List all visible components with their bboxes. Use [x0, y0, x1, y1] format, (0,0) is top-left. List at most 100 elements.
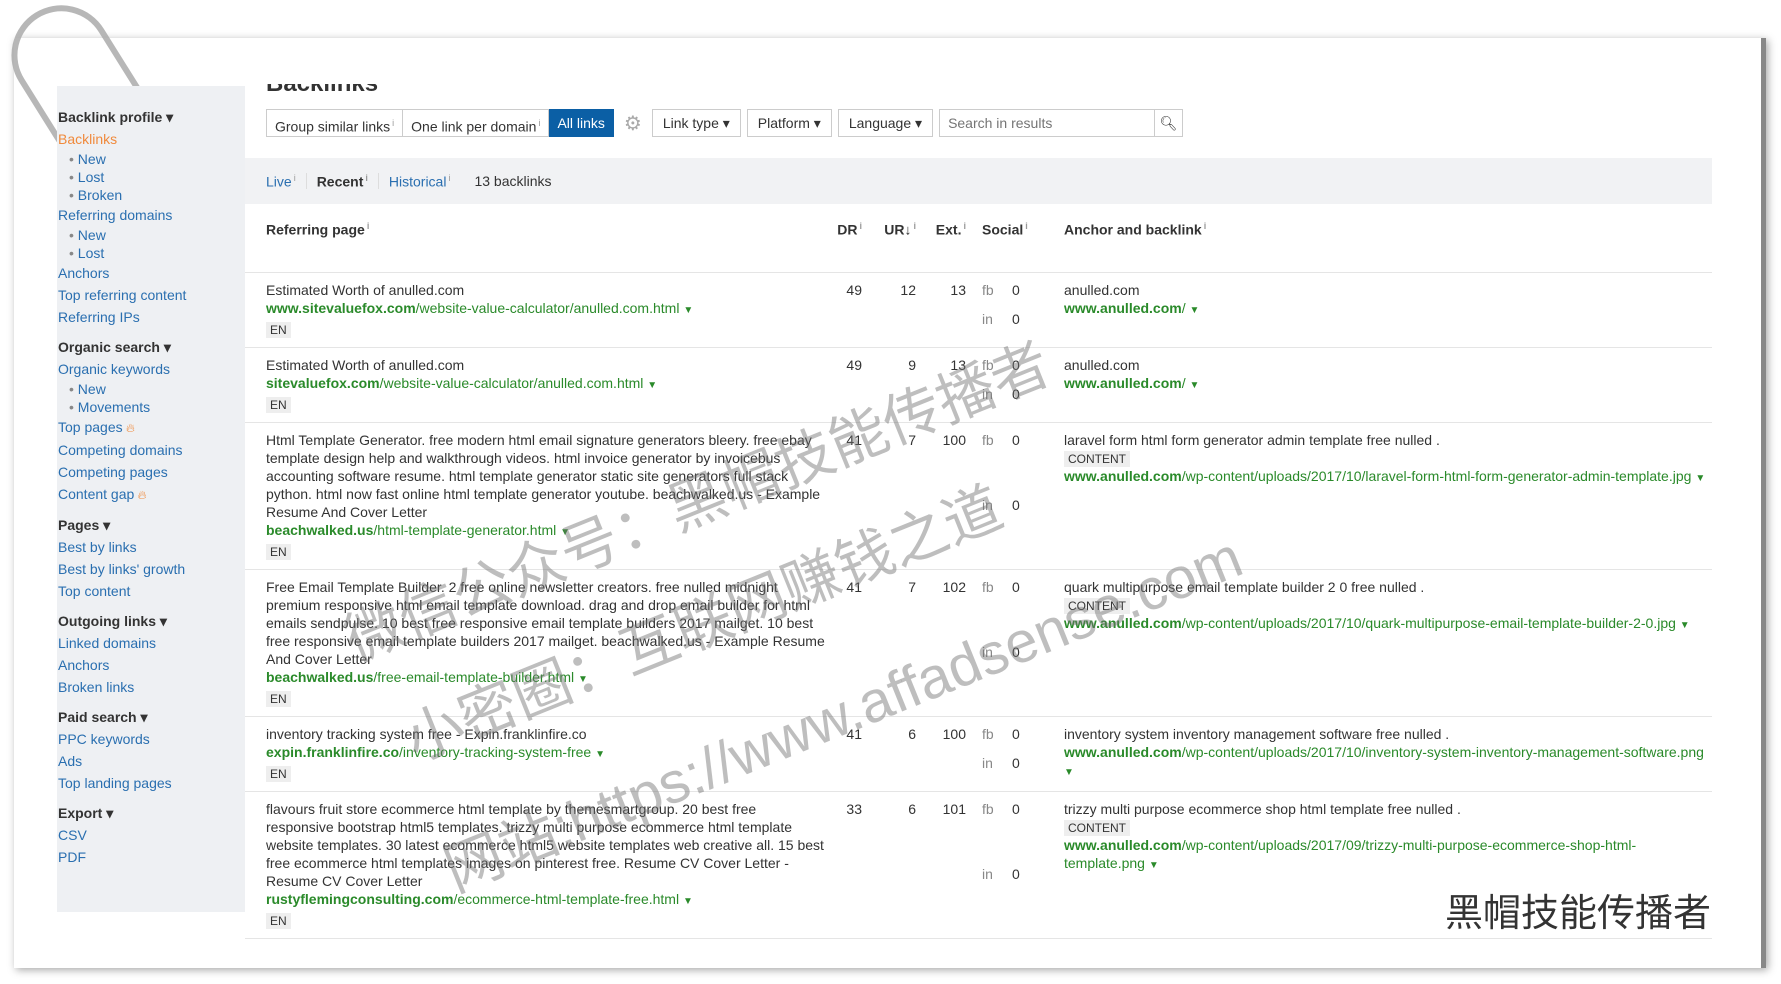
caret-down-icon[interactable]: ▼ — [1149, 860, 1159, 871]
backlink-url[interactable]: www.anulled.com/wp-content/uploads/2017/… — [1064, 614, 1712, 635]
search-input[interactable] — [940, 110, 1155, 136]
sidebar-item[interactable]: PPC keywords — [58, 728, 245, 750]
sidebar-item[interactable]: Top landing pages — [58, 772, 245, 794]
col-ext[interactable]: Ext. i — [916, 204, 966, 272]
sidebar-subitem[interactable]: New — [58, 226, 245, 244]
sidebar-item[interactable]: Top pages 🔥︎ — [58, 416, 245, 439]
backlink-url[interactable]: www.anulled.com/wp-content/uploads/2017/… — [1064, 467, 1712, 488]
sidebar-section-head[interactable]: Paid search ▾ — [58, 706, 245, 728]
in-count: 0 — [1012, 496, 1020, 513]
info-icon: i — [293, 172, 296, 183]
language-dropdown[interactable]: Language ▾ — [837, 109, 934, 137]
anchor-cell: anulled.com www.anulled.com/ ▼ — [1052, 281, 1712, 338]
referring-page-url[interactable]: beachwalked.us/free-email-template-build… — [266, 668, 826, 689]
sidebar-subitem[interactable]: Movements — [58, 398, 245, 416]
path: /wp-content/uploads/2017/10/laravel-form… — [1181, 468, 1692, 484]
backlink-url[interactable]: www.anulled.com/ ▼ — [1064, 374, 1712, 395]
referring-page-url[interactable]: beachwalked.us/html-template-generator.h… — [266, 521, 826, 542]
sidebar-item[interactable]: Content gap 🔥︎ — [58, 483, 245, 506]
sidebar-item[interactable]: Top referring content — [58, 284, 245, 306]
backlink-url[interactable]: www.anulled.com/ ▼ — [1064, 299, 1712, 320]
all-links-button[interactable]: All links — [549, 109, 614, 137]
caret-down-icon[interactable]: ▼ — [1190, 305, 1200, 316]
col-anchor[interactable]: Anchor and backlink i — [1052, 204, 1712, 272]
backlink-url[interactable]: www.anulled.com/wp-content/uploads/2017/… — [1064, 836, 1712, 875]
info-icon: i — [392, 118, 395, 128]
sidebar-subitem[interactable]: Broken — [58, 186, 245, 204]
sidebar-section-head[interactable]: Export ▾ — [58, 802, 245, 824]
tab-live[interactable]: Live i — [266, 172, 307, 190]
sidebar-item-label: Best by links — [58, 539, 137, 555]
sidebar-item[interactable]: Linked domains — [58, 632, 245, 654]
link-type-dropdown[interactable]: Link type ▾ — [651, 109, 741, 137]
one-link-per-domain-button[interactable]: One link per domain i — [403, 109, 550, 137]
sidebar-item[interactable]: Top content — [58, 580, 245, 602]
backlink-url[interactable]: www.anulled.com/wp-content/uploads/2017/… — [1064, 743, 1712, 782]
facebook-label: fb — [982, 726, 994, 742]
caret-down-icon[interactable]: ▼ — [595, 749, 605, 760]
caret-down-icon[interactable]: ▼ — [683, 305, 693, 316]
sidebar-item[interactable]: Broken links — [58, 676, 245, 698]
caret-down-icon[interactable]: ▼ — [647, 380, 657, 391]
sidebar-item[interactable]: Competing domains — [58, 439, 245, 461]
language-badge: EN — [266, 322, 291, 338]
sidebar-item[interactable]: Best by links' growth — [58, 558, 245, 580]
sidebar-item[interactable]: Backlinks — [58, 128, 245, 150]
sidebar-item[interactable]: Referring IPs — [58, 306, 245, 328]
tab-recent[interactable]: Recent i — [317, 172, 379, 190]
label: Social — [982, 221, 1024, 238]
group-similar-links-button[interactable]: Group similar links i — [266, 109, 404, 137]
sidebar-item[interactable]: CSV — [58, 824, 245, 846]
language-badge: EN — [266, 544, 291, 560]
dr-value: 49 — [846, 282, 862, 298]
col-social[interactable]: Social i — [966, 204, 1052, 272]
sidebar-subitem[interactable]: Lost — [58, 168, 245, 186]
sidebar-subitem[interactable]: Lost — [58, 244, 245, 262]
referring-page-title: Estimated Worth of anulled.com — [266, 282, 465, 298]
caret-down-icon[interactable]: ▼ — [1680, 620, 1690, 631]
referring-page-url[interactable]: rustyflemingconsulting.com/ecommerce-htm… — [266, 890, 826, 911]
toolbar: Group similar links i One link per domain… — [266, 109, 1184, 137]
sidebar-subitem[interactable]: New — [58, 380, 245, 398]
tab-historical[interactable]: Historical i — [389, 173, 461, 190]
sidebar-item[interactable]: Best by links — [58, 536, 245, 558]
sidebar-section-head[interactable]: Organic search ▾ — [58, 336, 245, 358]
sidebar-item-label: Top pages — [58, 419, 123, 435]
referring-page-url[interactable]: expin.franklinfire.co/inventory-tracking… — [266, 743, 826, 764]
fb-count: 0 — [1012, 801, 1020, 817]
caret-down-icon[interactable]: ▼ — [1190, 380, 1200, 391]
sidebar-item-label: Organic keywords — [58, 361, 171, 377]
col-referring-page[interactable]: Referring page i — [266, 204, 826, 272]
col-ur[interactable]: UR↓ i — [862, 204, 916, 272]
sidebar-section-head[interactable]: Backlink profile ▾ — [58, 106, 245, 128]
sidebar-item[interactable]: PDF — [58, 846, 245, 868]
ur-value: 6 — [908, 801, 916, 817]
domain: expin.franklinfire.co — [266, 744, 400, 760]
referring-page-url[interactable]: www.sitevaluefox.com/website-value-calcu… — [266, 299, 826, 320]
caret-down-icon[interactable]: ▼ — [560, 527, 570, 538]
sidebar-item[interactable]: Referring domains — [58, 204, 245, 226]
referring-page-title: inventory tracking system free - Expin.f… — [266, 726, 587, 742]
info-icon: i — [448, 172, 451, 183]
sidebar-item[interactable]: Anchors — [58, 262, 245, 284]
sidebar-item[interactable]: Competing pages — [58, 461, 245, 483]
sidebar-section-head[interactable]: Outgoing links ▾ — [58, 610, 245, 632]
sidebar-item[interactable]: Organic keywords — [58, 358, 245, 380]
referring-page-url[interactable]: sitevaluefox.com/website-value-calculato… — [266, 374, 826, 395]
caret-down-icon[interactable]: ▼ — [578, 674, 588, 685]
sidebar-subitem[interactable]: New — [58, 150, 245, 168]
sidebar-item[interactable]: Ads — [58, 750, 245, 772]
info-icon: i — [366, 221, 370, 231]
caret-down-icon[interactable]: ▼ — [683, 896, 693, 907]
gear-icon[interactable]: ⚙ — [624, 111, 642, 136]
anchor-text: quark multipurpose email template builde… — [1064, 579, 1425, 595]
sidebar-item[interactable]: Anchors — [58, 654, 245, 676]
ext-value: 101 — [942, 801, 966, 817]
domain: www.sitevaluefox.com — [266, 300, 416, 316]
col-dr[interactable]: DR i — [826, 204, 862, 272]
sidebar-section-head[interactable]: Pages ▾ — [58, 514, 245, 536]
caret-down-icon[interactable]: ▼ — [1695, 473, 1705, 484]
platform-dropdown[interactable]: Platform ▾ — [746, 109, 832, 137]
caret-down-icon[interactable]: ▼ — [1064, 767, 1074, 778]
search-icon[interactable]: 🔍︎ — [1154, 110, 1182, 136]
